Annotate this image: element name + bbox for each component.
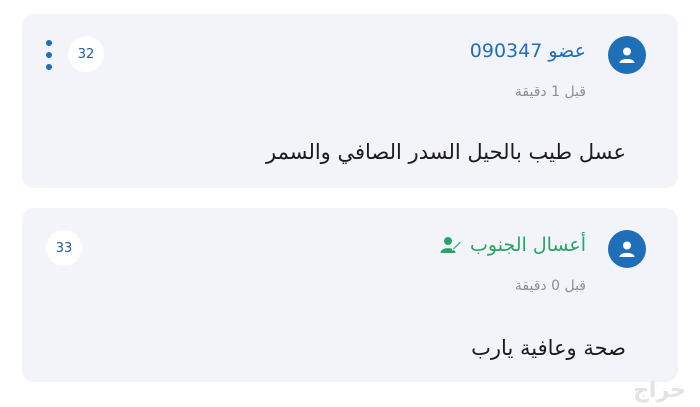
comment-card: عضو 090347 قبل 1 دقيقة عسل طيب بالحيل ال… [22, 14, 678, 188]
comment-text: صحة وعافية يارب [471, 336, 626, 360]
comments-page: عضو 090347 قبل 1 دقيقة عسل طيب بالحيل ال… [0, 0, 700, 407]
comment-author-name: عضو 090347 [469, 40, 586, 62]
comment-author-name: أعسال الجنوب [470, 234, 586, 256]
avatar[interactable] [608, 36, 646, 74]
comment-time: قبل 1 دقيقة [514, 84, 586, 100]
verified-user-icon [440, 237, 463, 253]
user-icon [619, 241, 635, 257]
more-options-icon[interactable] [42, 40, 56, 70]
user-icon [619, 47, 635, 63]
comment-author[interactable]: أعسال الجنوب [440, 234, 586, 256]
watermark-logo: حراج [633, 378, 686, 403]
comment-number: 32 [68, 36, 104, 72]
comment-text: عسل طيب بالحيل السدر الصافي والسمر [265, 140, 626, 164]
comment-card: أعسال الجنوب قبل 0 دقيقة صحة وعافية يارب… [22, 208, 678, 382]
comment-number: 33 [46, 230, 82, 266]
comment-author[interactable]: عضو 090347 [470, 40, 586, 62]
comment-time: قبل 0 دقيقة [514, 278, 586, 294]
avatar[interactable] [608, 230, 646, 268]
